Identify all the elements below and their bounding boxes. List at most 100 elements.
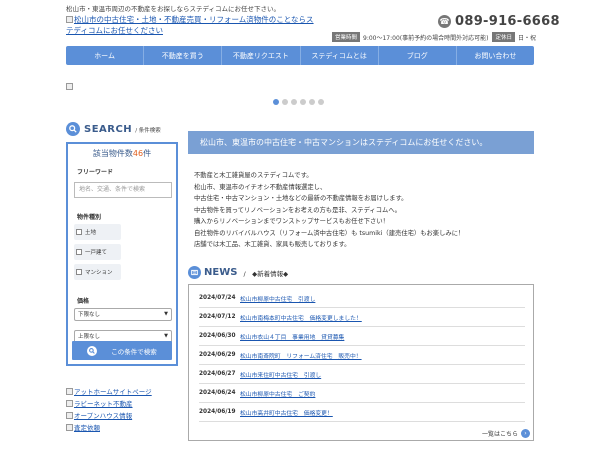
price-min-select[interactable]: 下限なし ▼ <box>74 307 172 321</box>
slider-dots <box>273 99 324 105</box>
news-link[interactable]: 松山市南斎院町 リフォーム済住宅 販売中！ <box>240 351 362 360</box>
news-item: 2024/07/24 松山市柳原中古住宅 引渡し <box>199 289 525 308</box>
site-logo-link[interactable]: 松山市の中古住宅・土地・不動産売買・リフォーム済物件のことならステディコムにお任… <box>66 14 316 36</box>
news-item: 2024/06/19 松山市高井町中古住宅 価格変更！ <box>199 403 525 422</box>
chevron-down-icon: ▼ <box>164 311 168 317</box>
slider-dot[interactable] <box>309 99 315 105</box>
result-count: 該当物件数46件 <box>68 148 176 159</box>
type-land-label: 土地 <box>85 229 97 236</box>
checkbox-icon <box>76 248 82 255</box>
news-item: 2024/06/27 松山市来住町中古住宅 引渡し <box>199 365 525 384</box>
keyword-label: フリーワード <box>77 169 114 176</box>
price-max-value: 上限なし <box>78 334 101 340</box>
type-label: 物件種別 <box>77 213 102 221</box>
intro-line: 不動産と木工雑貨屋のステディコムです。 <box>194 172 313 179</box>
slider-dot[interactable] <box>282 99 288 105</box>
phone-number: 089-916-6668 <box>455 14 560 29</box>
nav-request[interactable]: 不動産リクエスト <box>222 46 301 65</box>
athome-link[interactable]: アットホームサイトページ <box>66 386 152 398</box>
news-list: 2024/07/24 松山市柳原中古住宅 引渡し 2024/07/12 松山市南梅本… <box>188 284 534 441</box>
search-submit-button[interactable]: この条件で検索 <box>72 341 172 360</box>
phone-icon: ☎ <box>438 15 451 28</box>
intro-text: 不動産と木工雑貨屋のステディコムです。 松山市、東温市のイチオシ不動産情報選定し… <box>194 170 464 251</box>
price-label: 価格 <box>77 297 90 305</box>
openhouse-link[interactable]: オープンハウス情報 <box>66 410 152 422</box>
news-link[interactable]: 松山市南梅本町中古住宅 価格変更しました！ <box>240 313 362 322</box>
news-link[interactable]: 松山市高井町中古住宅 価格変更！ <box>240 408 333 417</box>
nav-blog[interactable]: ブログ <box>379 46 457 65</box>
intro-line: 中古物件を買ってリノベーションをお考えの方も是非、ステディコムへ。 <box>194 206 401 214</box>
count-prefix: 該当物件数 <box>92 149 133 158</box>
closed-text: 日・祝 <box>517 34 536 42</box>
nav-contact[interactable]: お問い合わせ <box>457 46 534 65</box>
news-date: 2024/07/24 <box>199 295 236 301</box>
type-mansion-checkbox[interactable]: マンション <box>74 263 121 280</box>
slider-dot[interactable] <box>291 99 297 105</box>
search-panel: 該当物件数46件 フリーワード 物件種別 土地 一戸建て マンション 価格 下限… <box>66 142 178 366</box>
count-number: 46 <box>132 149 144 158</box>
type-checkboxes: 土地 一戸建て マンション <box>74 223 170 280</box>
news-item: 2024/06/30 松山市衣山４丁目 事業用地 貸貸募集 <box>199 327 525 346</box>
news-item: 2024/06/29 松山市南斎院町 リフォーム済住宅 販売中！ <box>199 346 525 365</box>
slider-dot[interactable] <box>273 99 279 105</box>
broken-image-icon <box>66 388 73 395</box>
news-date: 2024/06/27 <box>199 371 236 377</box>
news-icon <box>188 266 201 279</box>
keyword-input[interactable] <box>74 181 172 198</box>
global-nav: ホーム 不動産を買う 不動産リクエスト ステディコムとは ブログ お問い合わせ <box>66 46 534 65</box>
nav-buy[interactable]: 不動産を買う <box>144 46 223 65</box>
type-land-checkbox[interactable]: 土地 <box>74 223 121 240</box>
intro-line: 中古住宅・中古マンション・土地などの最新の不動産情報をお届けします。 <box>194 195 408 202</box>
intro-line: 自社物件のリバイバルハウス（リフォーム済中古住宅）も tsumiki（建売住宅）… <box>194 229 465 237</box>
nav-about[interactable]: ステディコムとは <box>301 46 379 65</box>
logo-alt-text: 松山市の中古住宅・土地・不動産売買・リフォーム済物件のことならステディコムにお任… <box>66 15 314 35</box>
search-button-label: この条件で検索 <box>111 347 157 356</box>
type-house-label: 一戸建て <box>85 249 108 256</box>
search-icon <box>66 122 80 136</box>
search-title: SEARCH <box>84 123 133 135</box>
slider-dot[interactable] <box>318 99 324 105</box>
side-banner-links: アットホームサイトページ ラビーネット不動産 オープンハウス情報 査定依頼 <box>66 386 152 434</box>
news-date: 2024/06/24 <box>199 390 236 396</box>
slider-dot[interactable] <box>300 99 306 105</box>
hours-tag: 営業時間 <box>332 32 361 42</box>
athome-link-text: アットホームサイトページ <box>74 388 152 396</box>
broken-image-icon <box>66 424 73 431</box>
count-suffix: 件 <box>143 149 152 158</box>
news-link[interactable]: 松山市柳原中古住宅 ご契約 <box>240 389 315 398</box>
appraisal-link[interactable]: 査定依頼 <box>66 422 152 434</box>
news-more-link[interactable]: 一覧はこちら › <box>482 429 530 438</box>
news-more-label: 一覧はこちら <box>481 431 518 438</box>
site-tagline: 松山市・東温市周辺の不動産をお探しならステディコムにお任せ下さい。 <box>66 5 281 13</box>
phone-contact[interactable]: ☎ 089-916-6668 <box>438 14 560 29</box>
news-date: 2024/06/29 <box>199 352 236 358</box>
rabbynet-link[interactable]: ラビーネット不動産 <box>66 398 152 410</box>
appraisal-link-text: 査定依頼 <box>74 424 100 432</box>
type-house-checkbox[interactable]: 一戸建て <box>74 243 121 260</box>
broken-image-icon <box>66 412 73 419</box>
chevron-right-icon: › <box>521 429 530 438</box>
openhouse-link-text: オープンハウス情報 <box>74 412 133 420</box>
checkbox-icon <box>76 268 82 275</box>
intro-line: 店舗では木工品、木工雑貨、家具も販売しております。 <box>194 241 351 248</box>
news-item: 2024/06/24 松山市柳原中古住宅 ご契約 <box>199 384 525 403</box>
news-link[interactable]: 松山市来住町中古住宅 引渡し <box>240 370 321 379</box>
news-link[interactable]: 松山市柳原中古住宅 引渡し <box>240 294 315 303</box>
checkbox-icon <box>76 228 82 235</box>
news-link[interactable]: 松山市衣山４丁目 事業用地 貸貸募集 <box>240 332 344 341</box>
nav-home[interactable]: ホーム <box>66 46 145 65</box>
search-heading: SEARCH / 条件検索 <box>66 122 161 136</box>
business-hours: 営業時間 9:00～17:00(事前予約の場合時間外対応可能) 定休日 日・祝 <box>332 32 536 42</box>
rabbynet-link-text: ラビーネット不動産 <box>74 400 133 408</box>
search-subtitle: / 条件検索 <box>135 128 161 134</box>
search-icon <box>87 345 98 356</box>
intro-line: 松山市、東温市のイチオシ不動産情報選定し、 <box>194 183 327 191</box>
intro-line: 購入からリノベーションまでワンストップサービスもお任せ下さい！ <box>194 218 389 225</box>
news-date: 2024/06/30 <box>199 333 236 339</box>
main-banner: 松山市、東温市の中古住宅・中古マンションはステディコムにお任せください。 <box>188 131 534 154</box>
hours-text: 9:00～17:00(事前予約の場合時間外対応可能) <box>363 34 489 42</box>
broken-image-icon <box>66 400 73 407</box>
news-heading: NEWS / ◆新着情報◆ <box>188 266 288 279</box>
news-date: 2024/07/12 <box>199 314 236 320</box>
slider-image <box>66 83 73 90</box>
